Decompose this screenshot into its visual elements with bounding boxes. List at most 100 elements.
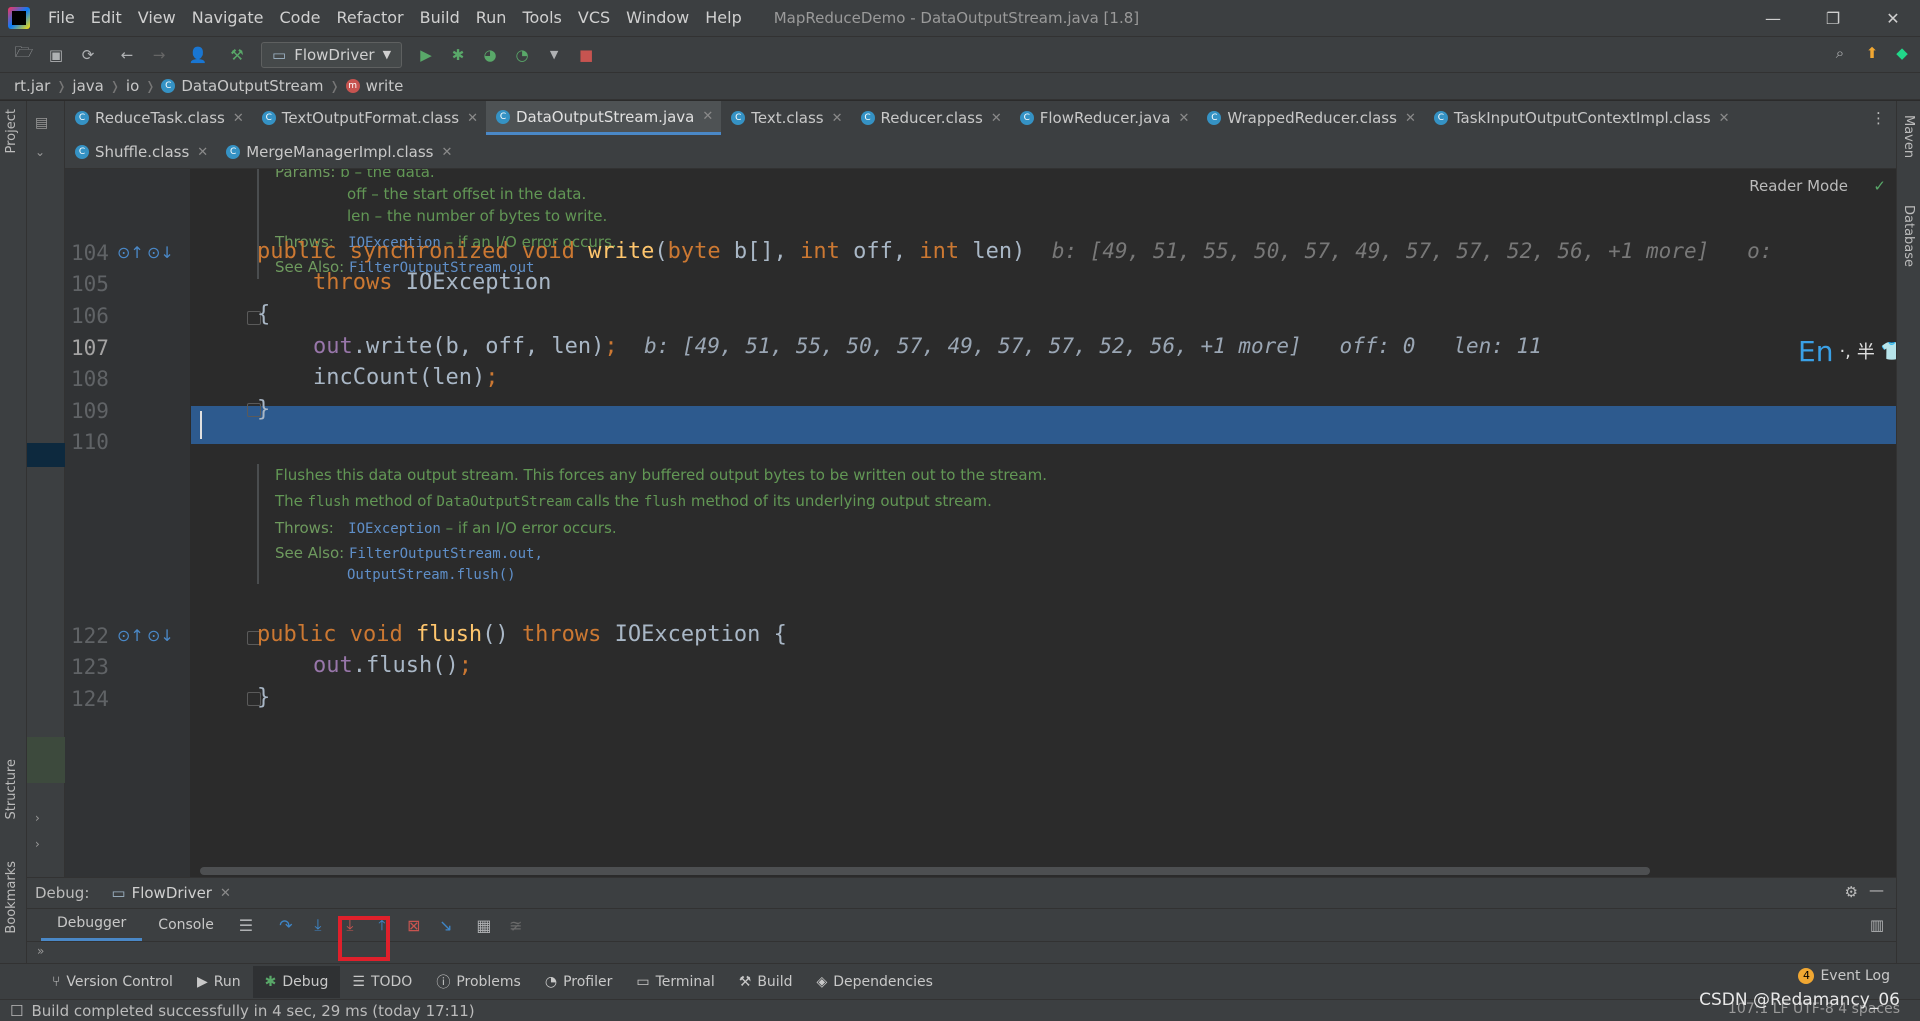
tool-dependencies[interactable]: ◈ Dependencies (804, 966, 944, 998)
tool-build[interactable]: ⚒ Build (727, 966, 805, 998)
tool-profiler[interactable]: ◔ Profiler (533, 966, 625, 998)
frames-menu-icon[interactable]: ☰ (232, 911, 260, 939)
run-config-selector[interactable]: ▭ FlowDriver ▼ (261, 41, 403, 68)
more-tabs-icon[interactable]: ⋮ (1871, 109, 1886, 127)
close-tab-icon[interactable]: ✕ (467, 111, 478, 126)
doc-see-link[interactable]: OutputStream.flush() (347, 567, 516, 583)
evaluate-expression-icon[interactable]: ▦ (470, 911, 498, 939)
tool-todo[interactable]: ☰ TODO (340, 966, 424, 998)
more-icon[interactable]: » (37, 944, 44, 958)
close-tab-icon[interactable]: ✕ (702, 109, 713, 124)
back-arrow-icon[interactable]: ← (114, 42, 140, 68)
doc-see-link[interactable]: FilterOutputStream.out, (349, 546, 543, 562)
overrides-up-icon[interactable]: ⊙↑ (117, 243, 144, 262)
maven-tool-button[interactable]: Maven (1901, 115, 1916, 158)
more-run-chevron-icon[interactable]: ▼ (541, 42, 567, 68)
status-checkbox-icon[interactable]: ☐ (10, 1002, 23, 1020)
debug-session-tab[interactable]: FlowDriver (132, 884, 212, 902)
menu-code[interactable]: Code (272, 0, 329, 36)
close-session-icon[interactable]: ✕ (220, 886, 231, 901)
drop-frame-icon[interactable]: ⊠ (400, 911, 428, 939)
user-icon[interactable]: 👤 (185, 42, 211, 68)
tab-dataoutputstream-java[interactable]: C DataOutputStream.java ✕ (485, 101, 722, 135)
overrides-up-icon[interactable]: ⊙↑ (117, 626, 144, 645)
reader-mode-toggle[interactable]: Reader Mode (1749, 177, 1848, 195)
project-tool-button[interactable]: Project (4, 109, 19, 153)
tab-text-class[interactable]: C Text.class ✕ (721, 101, 850, 135)
structure-tool-button[interactable]: Structure (4, 759, 19, 819)
tab-flowreducer-java[interactable]: C FlowReducer.java ✕ (1010, 101, 1198, 135)
menu-file[interactable]: File (40, 0, 83, 36)
tab-debugger[interactable]: Debugger (41, 909, 143, 941)
open-folder-icon[interactable]: 🗁 (11, 42, 37, 68)
menu-help[interactable]: Help (697, 0, 749, 36)
profile-icon[interactable]: ◔ (509, 42, 535, 68)
crumb-io[interactable]: io (126, 77, 139, 95)
jetbrains-toolbox-icon[interactable]: ◆ (1889, 40, 1915, 66)
menu-edit[interactable]: Edit (83, 0, 130, 36)
close-icon[interactable]: ✕ (1866, 0, 1920, 36)
tab-reducer-class[interactable]: C Reducer.class ✕ (851, 101, 1010, 135)
bookmarks-tool-button[interactable]: Bookmarks (4, 861, 19, 934)
close-tab-icon[interactable]: ✕ (832, 111, 843, 126)
hammer-build-icon[interactable]: ⚒ (224, 42, 250, 68)
tab-shuffle-class[interactable]: C Shuffle.class ✕ (65, 135, 216, 169)
tool-terminal[interactable]: ▭ Terminal (624, 966, 726, 998)
menu-vcs[interactable]: VCS (570, 0, 618, 36)
menu-build[interactable]: Build (412, 0, 468, 36)
menu-refactor[interactable]: Refactor (328, 0, 411, 36)
database-tool-button[interactable]: Database (1901, 205, 1916, 267)
step-into-icon[interactable]: ⤓ (304, 911, 332, 939)
trace-icon[interactable]: ≆ (502, 911, 530, 939)
debug-icon[interactable]: ✱ (445, 42, 471, 68)
menu-window[interactable]: Window (618, 0, 697, 36)
save-icon[interactable]: ▣ (43, 42, 69, 68)
close-tab-icon[interactable]: ✕ (991, 111, 1002, 126)
menu-tools[interactable]: Tools (514, 0, 569, 36)
menu-view[interactable]: View (130, 0, 184, 36)
tool-debug[interactable]: ✱ Debug (252, 965, 341, 998)
layout-icon[interactable]: ▥ (1870, 916, 1884, 934)
menu-run[interactable]: Run (468, 0, 515, 36)
search-icon[interactable]: ⌕ (1827, 40, 1853, 66)
crumb-rtjar[interactable]: rt.jar (14, 77, 50, 95)
horizontal-scrollbar[interactable] (200, 867, 1650, 875)
stop-icon[interactable]: ■ (573, 42, 599, 68)
hide-panel-icon[interactable]: — (1869, 881, 1884, 899)
chevron-right-icon[interactable]: › (35, 837, 40, 851)
gear-icon[interactable]: ⚙ (1845, 883, 1858, 901)
tab-mergemanagerimpl-class[interactable]: C MergeManagerImpl.class ✕ (216, 135, 460, 169)
code-editor[interactable]: Reader Mode ✓ Params: b – the data. off … (65, 169, 1896, 877)
tool-version-control[interactable]: ⑂ Version Control (40, 966, 185, 998)
update-icon[interactable]: ⬆ (1859, 40, 1885, 66)
run-icon[interactable]: ▶ (413, 42, 439, 68)
close-tab-icon[interactable]: ✕ (1719, 111, 1730, 126)
run-to-cursor-icon[interactable]: ↘ (432, 911, 460, 939)
close-tab-icon[interactable]: ✕ (1405, 111, 1416, 126)
event-log-button[interactable]: 4 Event Log (1798, 968, 1890, 984)
close-tab-icon[interactable]: ✕ (233, 111, 244, 126)
tab-wrappedreducer-class[interactable]: C WrappedReducer.class ✕ (1197, 101, 1424, 135)
forward-arrow-icon[interactable]: → (146, 42, 172, 68)
crumb-method[interactable]: write (366, 77, 404, 95)
tool-run[interactable]: ▶ Run (185, 966, 253, 998)
close-tab-icon[interactable]: ✕ (442, 145, 453, 160)
step-over-icon[interactable]: ↷ (272, 911, 300, 939)
menu-navigate[interactable]: Navigate (184, 0, 272, 36)
chevron-right-icon[interactable]: › (35, 811, 40, 825)
coverage-icon[interactable]: ◕ (477, 42, 503, 68)
overridden-down-icon[interactable]: ⊙↓ (147, 243, 174, 262)
tab-console[interactable]: Console (142, 909, 230, 941)
sync-icon[interactable]: ⟳ (75, 42, 101, 68)
tab-textoutputformat-class[interactable]: C TextOutputFormat.class ✕ (252, 101, 486, 135)
crumb-java[interactable]: java (72, 77, 103, 95)
close-tab-icon[interactable]: ✕ (1178, 111, 1189, 126)
doc-throws-link[interactable]: IOException (348, 521, 441, 537)
chevron-down-icon[interactable]: ⌄ (35, 145, 45, 159)
crumb-class[interactable]: DataOutputStream (181, 77, 323, 95)
tab-reducetask-class[interactable]: C ReduceTask.class ✕ (65, 101, 252, 135)
panel-layout-icon[interactable]: ▤ (35, 115, 48, 131)
minimize-icon[interactable]: — (1746, 0, 1800, 36)
tool-problems[interactable]: ⓘ Problems (424, 966, 533, 998)
close-tab-icon[interactable]: ✕ (197, 145, 208, 160)
